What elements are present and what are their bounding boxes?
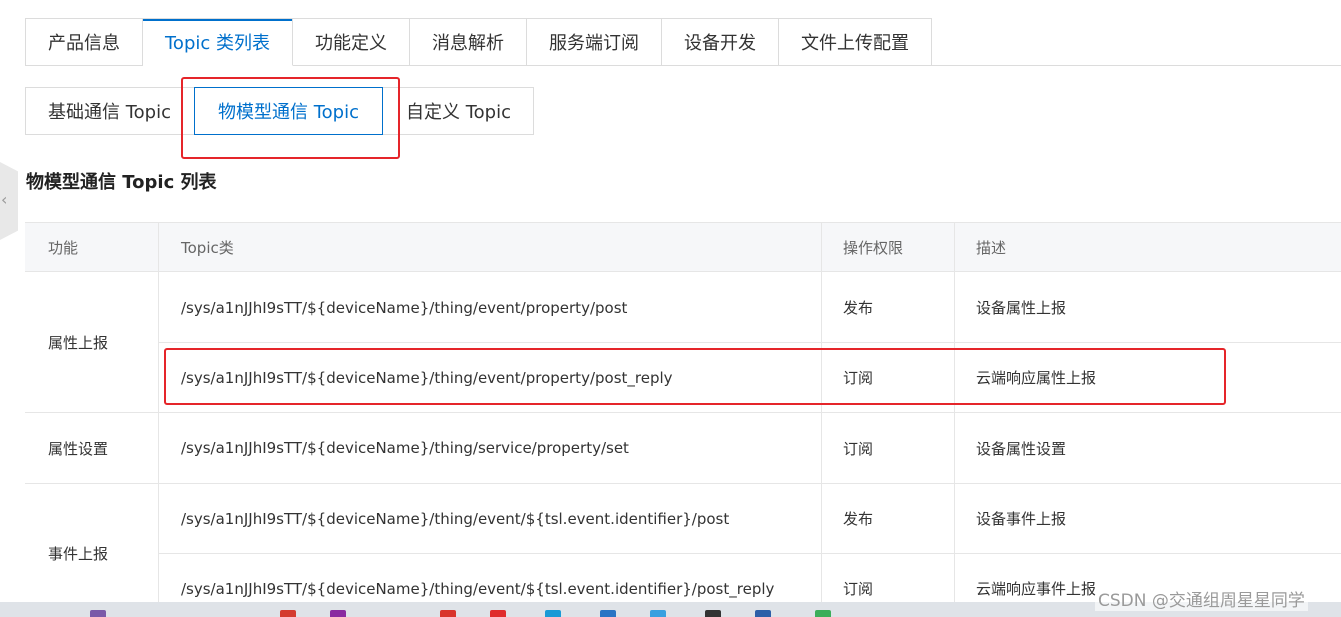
header-topic: Topic类	[181, 239, 234, 257]
tab-device-development[interactable]: 设备开发	[662, 18, 779, 66]
topic-table: 功能 Topic类 操作权限 描述 属性上报 属性设置 事件上报 /sys/a1…	[25, 222, 1341, 603]
tab-topic-list[interactable]: Topic 类列表	[143, 18, 293, 66]
app-icon[interactable]	[440, 610, 456, 617]
tab-file-upload-config[interactable]: 文件上传配置	[779, 18, 932, 66]
tab-message-parsing[interactable]: 消息解析	[410, 18, 527, 66]
annotation-highlight-row	[164, 348, 1226, 405]
subtab-basic-topic[interactable]: 基础通信 Topic	[48, 88, 171, 134]
annotation-highlight-tab	[181, 77, 400, 159]
group-function-event-report: 事件上报	[48, 545, 109, 563]
app-icon[interactable]	[755, 610, 771, 617]
subtab-custom-topic[interactable]: 自定义 Topic	[406, 88, 511, 134]
description-cell: 设备事件上报	[976, 510, 1067, 528]
header-permission: 操作权限	[843, 239, 904, 257]
app-icon[interactable]	[280, 610, 296, 617]
description-cell: 设备属性上报	[976, 299, 1067, 317]
tab-server-subscription[interactable]: 服务端订阅	[527, 18, 662, 66]
tab-feature-definition[interactable]: 功能定义	[293, 18, 410, 66]
group-function-property-set: 属性设置	[48, 439, 109, 458]
app-icon[interactable]	[90, 610, 106, 617]
permission-cell: 发布	[843, 299, 874, 317]
watermark: CSDN @交通组周星星同学	[1095, 586, 1308, 611]
app-icon[interactable]	[490, 610, 506, 617]
permission-cell: 发布	[843, 510, 874, 528]
column-divider	[158, 223, 159, 603]
chevron-left-icon: ‹	[1, 190, 8, 209]
column-divider	[821, 223, 822, 603]
app-icon[interactable]	[600, 610, 616, 617]
tab-product-info[interactable]: 产品信息	[25, 18, 143, 66]
description-cell: 设备属性设置	[976, 439, 1067, 458]
app-icon[interactable]	[650, 610, 666, 617]
top-tab-bar: 产品信息 Topic 类列表 功能定义 消息解析 服务端订阅 设备开发 文件上传…	[25, 18, 932, 66]
header-description: 描述	[976, 239, 1007, 257]
group-function-property-report: 属性上报	[48, 334, 109, 352]
header-function: 功能	[48, 239, 79, 257]
app-icon[interactable]	[815, 610, 831, 617]
topic-cell: /sys/a1nJJhI9sTT/${deviceName}/thing/ser…	[181, 439, 629, 457]
app-icon[interactable]	[545, 610, 561, 617]
section-title: 物模型通信 Topic 列表	[26, 172, 217, 193]
topic-cell: /sys/a1nJJhI9sTT/${deviceName}/thing/eve…	[181, 298, 628, 317]
collapse-handle[interactable]: ‹	[0, 162, 18, 240]
permission-cell: 订阅	[843, 439, 874, 458]
app-icon[interactable]	[705, 610, 721, 617]
topic-cell: /sys/a1nJJhI9sTT/${deviceName}/thing/eve…	[181, 509, 730, 528]
app-icon[interactable]	[330, 610, 346, 617]
column-divider	[954, 223, 955, 603]
